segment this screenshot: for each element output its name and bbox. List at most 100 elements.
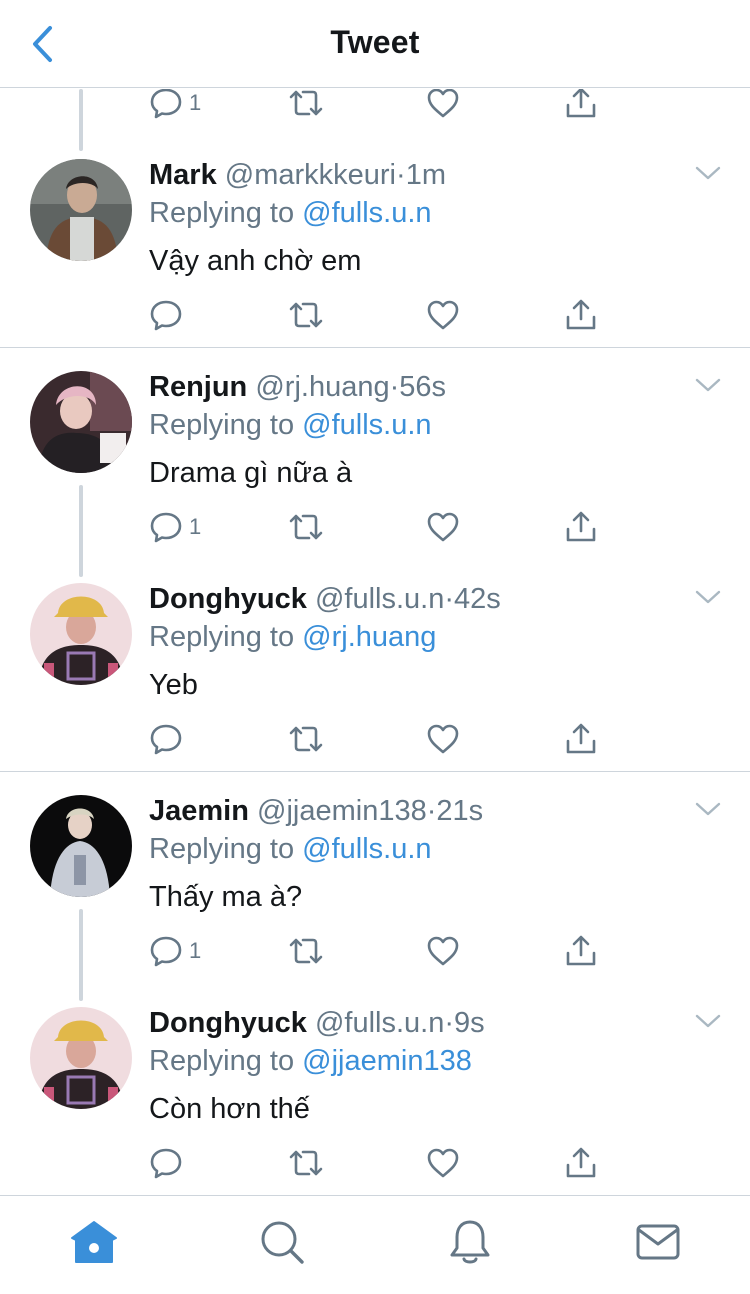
reply-button[interactable]: 1: [149, 931, 201, 971]
tweet-text: Vậy anh chờ em: [149, 245, 362, 277]
retweet-icon: [289, 90, 323, 116]
user-handle[interactable]: @jjaemin138: [257, 795, 427, 827]
tweet-menu-button[interactable]: [692, 373, 724, 397]
mention-link[interactable]: @rj.huang: [302, 621, 436, 653]
display-name[interactable]: Jaemin: [149, 795, 249, 827]
separator-dot: ·: [444, 583, 455, 615]
mention-link[interactable]: @fulls.u.n: [302, 197, 431, 229]
tweet-menu-button[interactable]: [692, 797, 724, 821]
retweet-button[interactable]: [287, 719, 325, 759]
like-button[interactable]: [426, 931, 460, 971]
reply-button[interactable]: [149, 295, 189, 335]
timestamp[interactable]: 21s: [436, 795, 483, 827]
avatar[interactable]: [30, 583, 132, 685]
tweet-text: Còn hơn thế: [149, 1093, 310, 1125]
thread-connector: [79, 485, 83, 577]
reply-button[interactable]: [149, 719, 189, 759]
display-name[interactable]: Renjun: [149, 371, 247, 403]
share-icon: [566, 723, 596, 754]
user-handle[interactable]: @rj.huang: [255, 371, 389, 403]
share-button[interactable]: [564, 931, 598, 971]
display-name[interactable]: Mark: [149, 159, 217, 191]
messages-icon: [636, 1224, 680, 1260]
share-icon: [566, 511, 596, 542]
tab-notifications[interactable]: [444, 1216, 496, 1268]
tweet-menu-button[interactable]: [692, 585, 724, 609]
replying-to-label: Replying to: [149, 621, 295, 653]
retweet-icon: [289, 1150, 323, 1176]
avatar[interactable]: [30, 1007, 132, 1109]
retweet-button[interactable]: [287, 1143, 325, 1183]
retweet-icon: [289, 938, 323, 964]
heart-icon: [427, 1148, 459, 1178]
share-button[interactable]: [564, 1143, 598, 1183]
like-button[interactable]: [426, 89, 460, 123]
retweet-button[interactable]: [287, 89, 325, 123]
avatar[interactable]: [30, 795, 132, 897]
timestamp[interactable]: 1m: [406, 159, 446, 191]
like-button[interactable]: [426, 1143, 460, 1183]
tweet-actions: 1: [149, 931, 619, 971]
reply-count: 1: [189, 90, 202, 115]
bottom-tab-bar: [0, 1195, 750, 1294]
user-handle[interactable]: @fulls.u.n: [315, 1007, 444, 1039]
replying-to-label: Replying to: [149, 1045, 295, 1077]
retweet-icon: [289, 514, 323, 540]
separator-dot: ·: [396, 159, 406, 191]
reply-button[interactable]: 1: [149, 507, 201, 547]
heart-icon: [427, 512, 459, 542]
home-icon: [71, 1221, 117, 1263]
display-name[interactable]: Donghyuck: [149, 583, 307, 615]
reply-button[interactable]: [149, 1143, 189, 1183]
timestamp[interactable]: 42s: [454, 583, 501, 615]
conversation-thread[interactable]: 1 Mark @markkkeuri·1m Replying to @fulls…: [0, 89, 750, 1195]
top-navigation-bar: Tweet: [0, 0, 750, 88]
replying-to: Replying to @rj.huang: [149, 621, 436, 654]
mention-link[interactable]: @fulls.u.n: [302, 833, 431, 865]
retweet-button[interactable]: [287, 295, 325, 335]
retweet-button[interactable]: [287, 931, 325, 971]
chevron-down-icon: [695, 1014, 721, 1028]
tweet-divider: [0, 771, 750, 772]
chevron-down-icon: [695, 590, 721, 604]
timestamp[interactable]: 56s: [399, 371, 446, 403]
tab-search[interactable]: [256, 1216, 308, 1268]
replying-to-label: Replying to: [149, 409, 295, 441]
share-button[interactable]: [564, 507, 598, 547]
reply-icon: [150, 89, 182, 119]
share-icon: [566, 935, 596, 966]
timestamp[interactable]: 9s: [454, 1007, 485, 1039]
tab-messages[interactable]: [632, 1216, 684, 1268]
share-button[interactable]: [564, 89, 598, 123]
like-button[interactable]: [426, 295, 460, 335]
heart-icon: [427, 89, 459, 118]
like-button[interactable]: [426, 719, 460, 759]
retweet-button[interactable]: [287, 507, 325, 547]
mention-link[interactable]: @jjaemin138: [302, 1045, 472, 1077]
separator-dot: ·: [426, 795, 437, 827]
tab-home[interactable]: [68, 1216, 120, 1268]
tweet-menu-button[interactable]: [692, 161, 724, 185]
replying-to: Replying to @jjaemin138: [149, 1045, 472, 1078]
replying-to: Replying to @fulls.u.n: [149, 197, 432, 230]
heart-icon: [427, 936, 459, 966]
replying-to-label: Replying to: [149, 197, 295, 229]
like-button[interactable]: [426, 507, 460, 547]
reply-icon: [150, 512, 182, 543]
mention-link[interactable]: @fulls.u.n: [302, 409, 431, 441]
separator-dot: ·: [389, 371, 400, 403]
display-name[interactable]: Donghyuck: [149, 1007, 307, 1039]
retweet-icon: [289, 726, 323, 752]
user-handle[interactable]: @markkkeuri: [225, 159, 396, 191]
tweet-header: Jaemin @jjaemin138·21s: [149, 795, 483, 831]
reply-icon: [150, 1148, 182, 1179]
avatar[interactable]: [30, 371, 132, 473]
avatar[interactable]: [30, 159, 132, 261]
share-button[interactable]: [564, 719, 598, 759]
share-button[interactable]: [564, 295, 598, 335]
tweet-menu-button[interactable]: [692, 1009, 724, 1033]
tweet-header: Mark @markkkeuri·1m: [149, 159, 446, 195]
user-handle[interactable]: @fulls.u.n: [315, 583, 444, 615]
reply-button[interactable]: 1: [149, 89, 201, 123]
chevron-down-icon: [695, 378, 721, 392]
